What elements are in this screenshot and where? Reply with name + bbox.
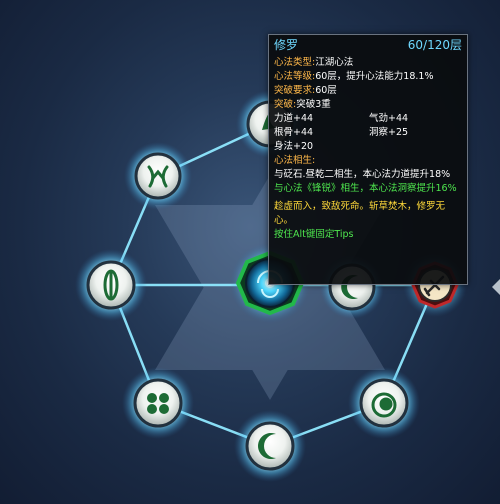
- node-upper-left[interactable]: [124, 142, 192, 210]
- requirement-value: 60层: [315, 85, 337, 96]
- node-bottom[interactable]: [234, 410, 306, 482]
- requirement-label: 突破要求:: [274, 85, 316, 96]
- grade-row: 心法等级:60层，提升心法能力18.1%: [274, 70, 462, 84]
- node-left[interactable]: [75, 249, 147, 321]
- skill-tooltip: 修罗 60/120层 心法类型:江湖心法 心法等级:60层，提升心法能力18.1…: [268, 34, 468, 285]
- type-value: 江湖心法: [315, 57, 354, 68]
- synergy-text-1: 与砭石.昼乾二相生，本心法力道提升18%: [274, 169, 451, 180]
- alt-hint: 按住Alt键固定Tips: [274, 229, 354, 240]
- type-row: 心法类型:江湖心法: [274, 56, 462, 70]
- breakthrough-row: 突破:突破3重: [274, 98, 462, 112]
- breakthrough-value: 突破3重: [296, 99, 331, 110]
- type-label: 心法类型:: [274, 57, 316, 68]
- stat-item: 气劲+44: [369, 113, 409, 124]
- grade-value: 60层，提升心法能力18.1%: [315, 71, 434, 82]
- stat-item: 根骨+44: [274, 127, 314, 138]
- stats-grid: 力道+44 气劲+44 根骨+44 洞察+25 身法+20: [274, 112, 462, 154]
- stat-item: 洞察+25: [369, 127, 409, 138]
- node-lower-left[interactable]: [122, 367, 194, 439]
- grade-label: 心法等级:: [274, 71, 316, 82]
- synergy-label: 心法相生:: [274, 155, 316, 166]
- stat-item: 力道+44: [274, 113, 314, 124]
- node-lower-right[interactable]: [348, 367, 420, 439]
- skill-name: 修罗: [274, 38, 299, 52]
- skill-level: 60/120层: [407, 38, 462, 52]
- skill-quote: 趁虚而入，致敌死命。斩草焚木，修罗无心。: [274, 201, 446, 226]
- breakthrough-label: 突破:: [274, 99, 297, 110]
- tooltip-header: 修罗 60/120层: [274, 38, 462, 56]
- stat-item: 身法+20: [274, 141, 314, 152]
- scroll-right-arrow-icon[interactable]: [492, 279, 500, 295]
- requirement-row: 突破要求:60层: [274, 84, 462, 98]
- synergy-text-2: 与心法《锋锐》相生，本心法洞察提升16%: [274, 183, 457, 194]
